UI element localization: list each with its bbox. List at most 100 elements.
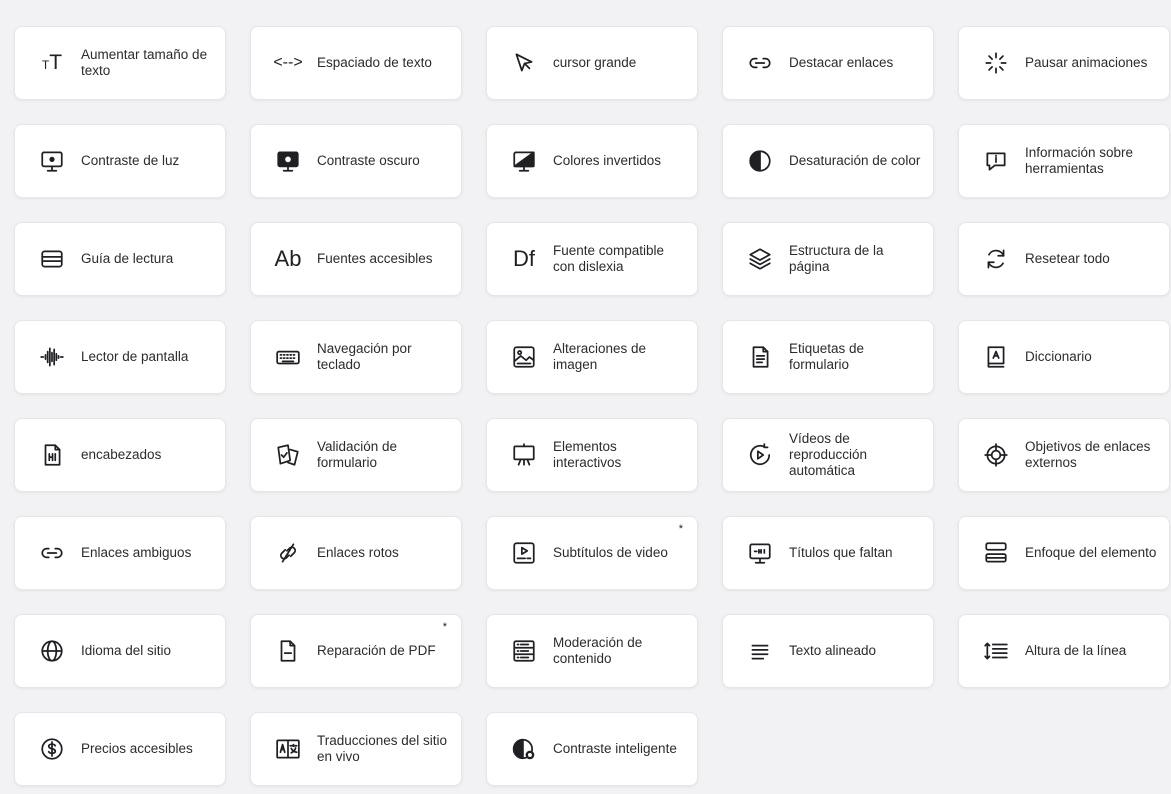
tool-label: Desaturación de color <box>789 153 921 168</box>
tool-card-validacion-de-formulario[interactable]: Validación de formulario <box>250 418 462 492</box>
tool-label: Enfoque del elemento <box>1025 545 1157 560</box>
tool-card-enlaces-rotos[interactable]: Enlaces rotos <box>250 516 462 590</box>
globe-icon <box>37 636 67 666</box>
tool-label: Destacar enlaces <box>789 55 894 70</box>
tool-card-diccionario[interactable]: Diccionario <box>958 320 1170 394</box>
tool-card-texto-alineado[interactable]: Texto alineado <box>722 614 934 688</box>
tool-label: Elementos interactivos <box>553 439 622 470</box>
heading-file-icon <box>37 440 67 470</box>
tool-label: Resetear todo <box>1025 251 1110 266</box>
tool-label: Enlaces ambiguos <box>81 545 192 560</box>
font-icon: Ab <box>274 246 302 271</box>
tool-label: Traducciones del sitio en vivo <box>317 733 448 764</box>
tool-card-moderacion-de-contenido[interactable]: Moderación de contenido <box>486 614 698 688</box>
tool-card-lector-de-pantalla[interactable]: Lector de pantalla <box>14 320 226 394</box>
tool-card-informacion-sobre-herramientas[interactable]: Información sobre herramientas <box>958 124 1170 198</box>
tool-card-fuente-compatible-con-dislexia[interactable]: Df Fuente compatible con dislexia <box>486 222 698 296</box>
tool-label: Contraste de luz <box>81 153 180 168</box>
tool-card-desaturacion-de-color[interactable]: Desaturación de color <box>722 124 934 198</box>
reset-icon <box>981 244 1011 274</box>
tool-card-enlaces-ambiguos[interactable]: Enlaces ambiguos <box>14 516 226 590</box>
tool-label: Fuentes accesibles <box>317 251 433 266</box>
tool-card-aumentar-tamano-de-texto[interactable]: TT Aumentar tamaño de texto <box>14 26 226 100</box>
cursor-icon <box>509 48 539 78</box>
target-icon <box>981 440 1011 470</box>
tool-card-contraste-de-luz[interactable]: Contraste de luz <box>14 124 226 198</box>
tool-label: Idioma del sitio <box>81 643 172 658</box>
tool-label: Reparación de PDF <box>317 643 436 658</box>
smart-contrast-icon <box>509 734 539 764</box>
align-icon <box>745 636 775 666</box>
monitor-invert-icon <box>509 146 539 176</box>
text-spacing-icon: <--> <box>273 54 303 71</box>
broken-link-icon <box>273 538 303 568</box>
tool-card-colores-invertidos[interactable]: Colores invertidos <box>486 124 698 198</box>
tool-card-altura-de-la-linea[interactable]: Altura de la línea <box>958 614 1170 688</box>
tool-label: Estructura de la página <box>789 243 884 274</box>
tool-card-navegacion-por-teclado[interactable]: Navegación por teclado <box>250 320 462 394</box>
link-icon <box>37 538 67 568</box>
tool-label: encabezados <box>81 447 162 462</box>
layers-icon <box>745 244 775 274</box>
tool-card-guia-de-lectura[interactable]: Guía de lectura <box>14 222 226 296</box>
tool-label: Diccionario <box>1025 349 1092 364</box>
moderation-icon <box>509 636 539 666</box>
tool-card-fuentes-accesibles[interactable]: Ab Fuentes accesibles <box>250 222 462 296</box>
focus-icon <box>981 538 1011 568</box>
tool-label: Moderación de contenido <box>553 635 643 666</box>
image-icon <box>509 342 539 372</box>
tool-card-precios-accesibles[interactable]: Precios accesibles <box>14 712 226 786</box>
monitor-title-icon <box>745 538 775 568</box>
tool-label: Precios accesibles <box>81 741 193 756</box>
tool-card-subtitulos-de-video[interactable]: Subtítulos de video * <box>486 516 698 590</box>
tool-card-reparacion-de-pdf[interactable]: Reparación de PDF * <box>250 614 462 688</box>
translate-icon <box>273 734 303 764</box>
tool-badge: * <box>442 621 447 633</box>
tool-card-resetear-todo[interactable]: Resetear todo <box>958 222 1170 296</box>
tool-card-idioma-del-sitio[interactable]: Idioma del sitio <box>14 614 226 688</box>
tool-card-alteraciones-de-imagen[interactable]: Alteraciones de imagen <box>486 320 698 394</box>
tool-card-cursor-grande[interactable]: cursor grande <box>486 26 698 100</box>
monitor-dark-icon <box>273 146 303 176</box>
tool-card-contraste-inteligente[interactable]: Contraste inteligente <box>486 712 698 786</box>
keyboard-icon <box>273 342 303 372</box>
tool-label: Objetivos de enlaces externos <box>1025 439 1151 470</box>
dollar-icon <box>37 734 67 764</box>
tool-label: Aumentar tamaño de texto <box>81 47 208 78</box>
tool-label: Altura de la línea <box>1025 643 1127 658</box>
form-validation-icon <box>273 440 303 470</box>
video-captions-icon <box>509 538 539 568</box>
autoplay-icon <box>745 440 775 470</box>
tool-label: Texto alineado <box>789 643 877 658</box>
tool-card-titulos-que-faltan[interactable]: Títulos que faltan <box>722 516 934 590</box>
dictionary-icon <box>981 342 1011 372</box>
tool-label: Lector de pantalla <box>81 349 189 364</box>
tool-label: Títulos que faltan <box>789 545 893 560</box>
monitor-light-icon <box>37 146 67 176</box>
tool-label: Pausar animaciones <box>1025 55 1148 70</box>
tool-card-estructura-de-la-pagina[interactable]: Estructura de la página <box>722 222 934 296</box>
tool-card-contraste-oscuro[interactable]: Contraste oscuro <box>250 124 462 198</box>
tool-card-videos-de-reproduccion-automatica[interactable]: Vídeos de reproducción automática <box>722 418 934 492</box>
tool-label: Vídeos de reproducción automática <box>789 431 868 478</box>
line-height-icon <box>981 636 1011 666</box>
soundwave-icon <box>37 342 67 372</box>
tool-label: Información sobre herramientas <box>1025 145 1134 176</box>
tool-card-encabezados[interactable]: encabezados <box>14 418 226 492</box>
half-circle-icon <box>745 146 775 176</box>
tool-card-etiquetas-de-formulario[interactable]: Etiquetas de formulario <box>722 320 934 394</box>
loader-icon <box>981 48 1011 78</box>
tool-label: Enlaces rotos <box>317 545 399 560</box>
accessibility-tools-grid: TT Aumentar tamaño de texto <--> Espaciado … <box>14 26 1170 786</box>
tool-label: Guía de lectura <box>81 251 174 266</box>
tool-card-pausar-animaciones[interactable]: Pausar animaciones <box>958 26 1170 100</box>
tool-card-enfoque-del-elemento[interactable]: Enfoque del elemento <box>958 516 1170 590</box>
form-label-icon <box>745 342 775 372</box>
tool-label: Validación de formulario <box>317 439 398 470</box>
tool-card-traducciones-del-sitio-en-vivo[interactable]: Traducciones del sitio en vivo <box>250 712 462 786</box>
tool-card-destacar-enlaces[interactable]: Destacar enlaces <box>722 26 934 100</box>
tool-card-objetivos-de-enlaces-externos[interactable]: Objetivos de enlaces externos <box>958 418 1170 492</box>
tool-card-espaciado-de-texto[interactable]: <--> Espaciado de texto <box>250 26 462 100</box>
tool-card-elementos-interactivos[interactable]: Elementos interactivos <box>486 418 698 492</box>
tool-label: Colores invertidos <box>553 153 662 168</box>
